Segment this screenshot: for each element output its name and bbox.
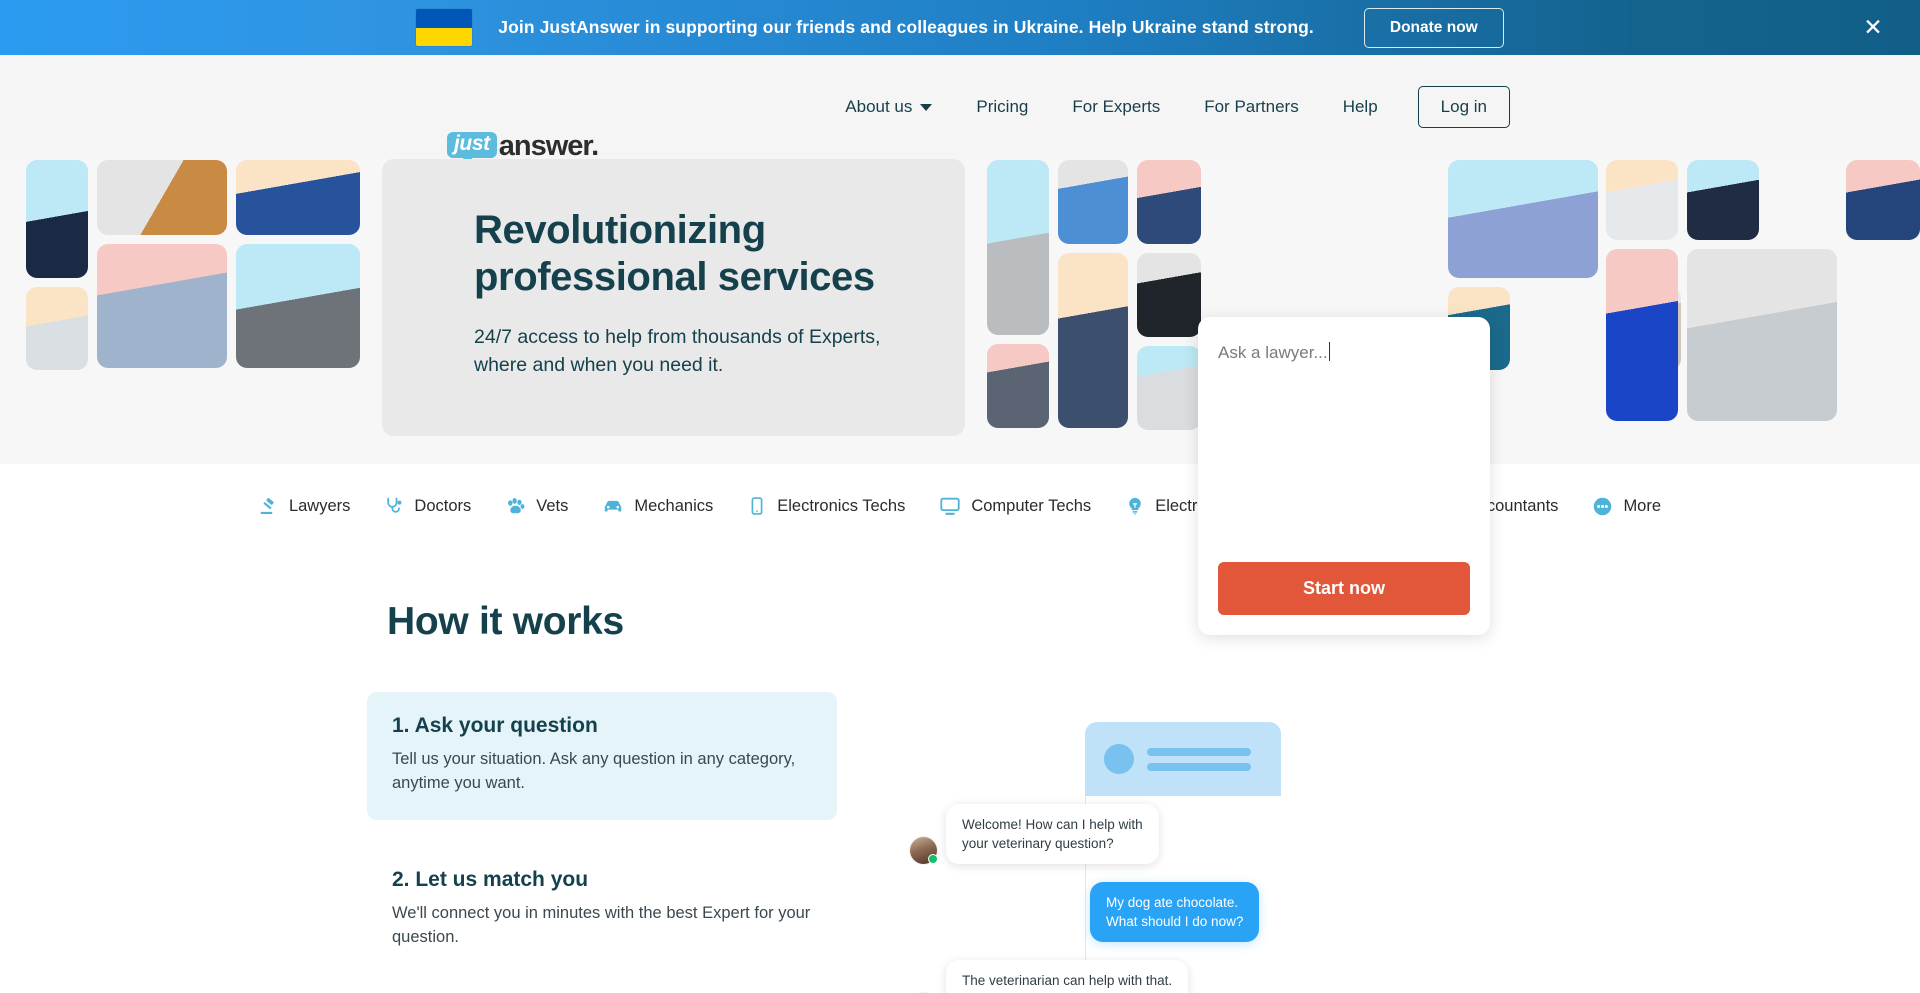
chat-bubble: Welcome! How can I help with your veteri… <box>946 804 1159 865</box>
step-title: 1. Ask your question <box>392 714 598 737</box>
chat-bubble: My dog ate chocolate. What should I do n… <box>1090 882 1260 943</box>
photo-tile-businesswoman <box>26 160 88 278</box>
chat-line-2: your veterinary question? <box>962 836 1114 852</box>
category-label: More <box>1623 496 1662 515</box>
photo-tile-vet-with-cat <box>1137 346 1201 430</box>
chat-header-placeholder <box>1085 722 1281 796</box>
ask-question-card: Ask a lawyer... Start now <box>1198 317 1490 635</box>
log-in-button[interactable]: Log in <box>1417 86 1510 128</box>
hero-section: Revolutionizing professional services 24… <box>0 159 1920 635</box>
photo-tile-tech-support-woman <box>1058 160 1128 244</box>
photo-tile-doctor-woman <box>987 160 1049 335</box>
nav-item-pricing[interactable]: Pricing <box>954 97 1050 117</box>
hero-subtitle: 24/7 access to help from thousands of Ex… <box>474 326 881 377</box>
chat-bubble: The veterinarian can help with that. Wha… <box>946 960 1189 993</box>
photo-tile-mechanic-blue-cap <box>236 160 360 235</box>
stethoscope-icon <box>384 496 404 516</box>
category-more[interactable]: More <box>1575 496 1678 517</box>
nav-item-about-us[interactable]: About us <box>823 97 954 117</box>
site-header: just answer. 20 TH ANNIVERSARY About us … <box>0 55 1920 184</box>
chat-line-1: The veterinarian can help with that. <box>962 973 1173 988</box>
avatar <box>910 837 938 865</box>
category-label: Lawyers <box>288 496 351 515</box>
step-description: Tell us your situation. Ask any question… <box>392 750 796 792</box>
photo-tile-female-doctor-asian <box>1606 160 1678 240</box>
nav-item-help[interactable]: Help <box>1321 97 1400 117</box>
smartphone-icon <box>747 496 767 516</box>
lightbulb-icon <box>1125 496 1145 516</box>
photo-tile-woman-tablet-grey <box>1687 249 1837 421</box>
donate-now-button[interactable]: Donate now <box>1363 7 1504 48</box>
category-label: Mechanics <box>634 496 714 515</box>
chevron-down-icon <box>920 103 933 111</box>
nav-item-for-experts[interactable]: For Experts <box>1050 97 1182 117</box>
photo-tile-young-man-headphones <box>26 287 88 370</box>
ellipsis-icon <box>1592 496 1613 517</box>
chat-mockup: Welcome! How can I help with your veteri… <box>910 722 1380 993</box>
step-description: We'll connect you in minutes with the be… <box>392 903 811 946</box>
category-mechanics[interactable]: Mechanics <box>585 495 730 517</box>
close-icon[interactable]: ✕ <box>1860 15 1886 41</box>
chat-line-2: What should I do now? <box>1106 914 1244 930</box>
photo-tile-smiling-man-grey <box>236 244 360 368</box>
chat-message-expert-1: Welcome! How can I help with your veteri… <box>910 804 1159 865</box>
nav-label: About us <box>845 97 913 116</box>
category-lawyers[interactable]: Lawyers <box>242 496 367 516</box>
main-navigation: About us Pricing For Experts For Partner… <box>823 86 1920 128</box>
category-label: Vets <box>536 496 569 515</box>
logo-just-bubble: just <box>447 131 497 166</box>
car-icon <box>602 495 624 517</box>
chat-line-1: My dog ate chocolate. <box>1106 895 1239 910</box>
text-cursor <box>1328 342 1330 361</box>
logo-answer-word: answer. <box>498 130 599 162</box>
ask-input-placeholder: Ask a lawyer... <box>1218 343 1328 362</box>
category-label: Computer Techs <box>971 496 1092 515</box>
category-computer-techs[interactable]: Computer Techs <box>922 495 1108 517</box>
photo-tile-woman-blue-blazer <box>1448 160 1598 278</box>
nav-item-for-partners[interactable]: For Partners <box>1182 97 1320 117</box>
placeholder-line <box>1147 762 1251 771</box>
chat-message-user: My dog ate chocolate. What should I do n… <box>1090 882 1260 943</box>
step-card-2[interactable]: 2. Let us match you We'll connect you in… <box>367 846 837 974</box>
start-now-button[interactable]: Start now <box>1218 562 1470 615</box>
ukraine-support-banner: Join JustAnswer in supporting our friend… <box>0 0 1920 55</box>
photo-tile-senior-doctor <box>987 344 1049 428</box>
photo-tile-handyman-plaid <box>1058 253 1128 428</box>
category-strip: Lawyers Doctors Vets Mechanics Electroni… <box>0 464 1920 548</box>
ukraine-flag-icon <box>416 9 473 46</box>
ask-input-wrapper[interactable]: Ask a lawyer... <box>1218 339 1470 363</box>
chat-message-expert-2: The veterinarian can help with that. Wha… <box>910 960 1189 993</box>
banner-message: Join JustAnswer in supporting our friend… <box>498 17 1314 37</box>
photo-tile-lawyer-glasses <box>1137 253 1201 337</box>
photo-tile-plumber-man <box>1137 160 1201 244</box>
category-label: Doctors <box>414 496 472 515</box>
hero-title-line1: Revolutionizing <box>474 208 766 252</box>
category-label: Electronics Techs <box>777 496 906 515</box>
hero-title: Revolutionizing professional services <box>474 207 965 301</box>
gavel-icon <box>259 496 279 516</box>
step-card-1[interactable]: 1. Ask your question Tell us your situat… <box>367 692 837 820</box>
step-title: 2. Let us match you <box>392 867 589 891</box>
photo-tile-bearded-tech <box>97 244 227 368</box>
placeholder-line <box>1147 747 1251 756</box>
monitor-icon <box>939 495 961 517</box>
placeholder-avatar-icon <box>1104 744 1134 774</box>
photo-tile-mechanic-blue-jacket <box>1606 249 1678 421</box>
hero-title-line2: professional services <box>474 255 875 300</box>
paw-icon <box>505 496 526 517</box>
photo-tile-man-glasses-navy <box>1687 160 1759 240</box>
photo-tile-vet-with-dog <box>97 160 227 235</box>
category-electronics-techs[interactable]: Electronics Techs <box>730 496 922 516</box>
steps-list: 1. Ask your question Tell us your situat… <box>367 692 837 974</box>
hero-text-card: Revolutionizing professional services 24… <box>382 159 965 436</box>
category-doctors[interactable]: Doctors <box>367 496 488 516</box>
chat-line-1: Welcome! How can I help with <box>962 817 1143 832</box>
hero-photo-grid-left <box>26 159 360 370</box>
how-it-works-section: How it works 1. Ask your question Tell u… <box>0 548 1920 993</box>
category-vets[interactable]: Vets <box>488 496 585 517</box>
photo-tile-nurse-celebrating <box>1846 160 1920 240</box>
